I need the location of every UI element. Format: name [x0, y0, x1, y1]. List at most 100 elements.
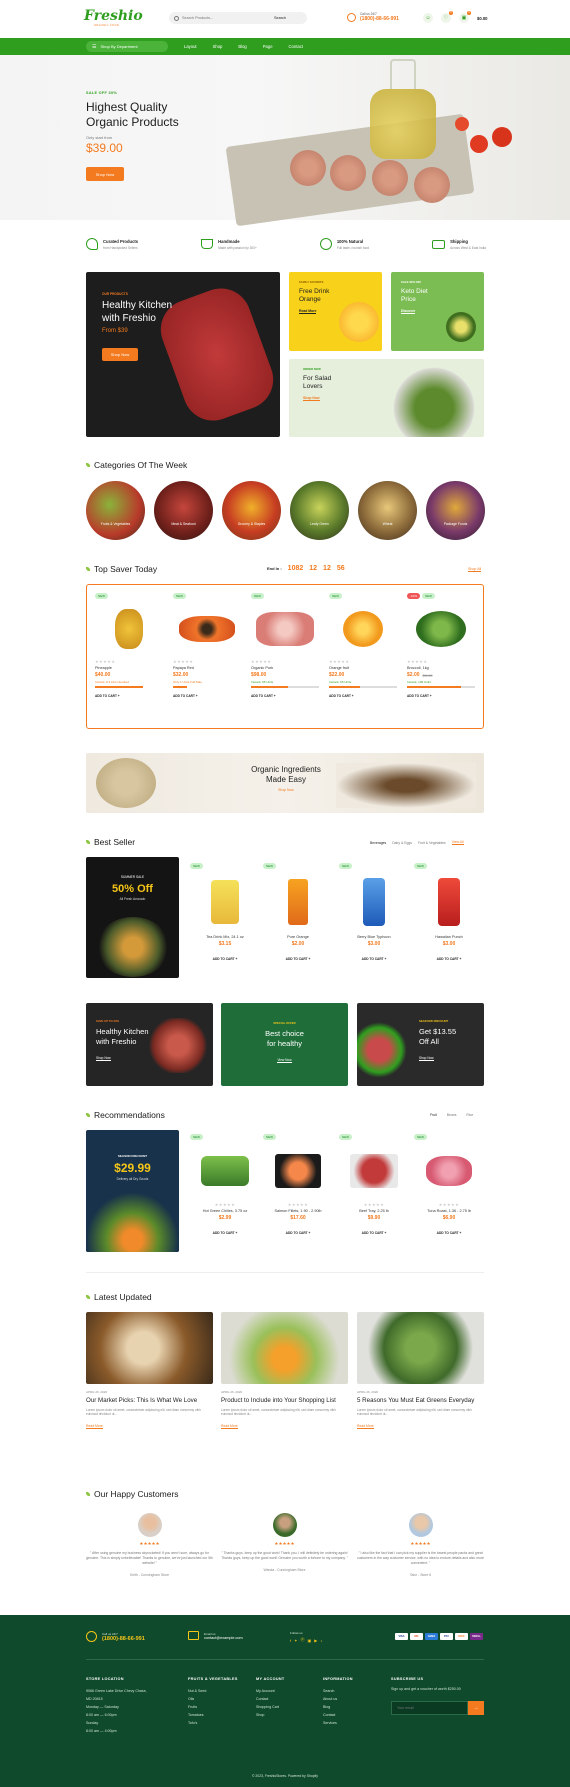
product-name[interactable]: Papaya Red [173, 666, 241, 670]
product-name[interactable]: Organic Pork [251, 666, 319, 670]
product-name[interactable]: Broccoli, 1kg [407, 666, 475, 670]
hero-shop-button[interactable]: Shop Now [86, 167, 124, 181]
product-name[interactable]: Pineapple [95, 666, 163, 670]
add-to-cart-button[interactable]: ADD TO CART + [190, 1231, 260, 1235]
banner-best-choice[interactable]: SPECIAL OFFER Best choice for healthy Vi… [221, 1003, 348, 1086]
footer-phone[interactable]: Call us 24/7 (1800)-88-66-991 [86, 1631, 145, 1642]
add-to-cart-button[interactable]: ADD TO CART + [190, 957, 260, 961]
cart-icon[interactable]: ▣ 0 [459, 11, 471, 23]
blog-title[interactable]: Our Market Picks: This Is What We Love [86, 1397, 213, 1405]
rec-product-2[interactable]: NEW ★★★★★ Salmon Fillets, 1.90 - 2.90lb … [263, 1134, 333, 1235]
footer-link[interactable]: My Account [256, 1687, 316, 1695]
recommendations-promo[interactable]: SEASON DISCOUNT $29.99 Delivery all Dry … [86, 1130, 179, 1252]
product-name[interactable]: Hot Green Chilies, 3.75 oz [190, 1209, 260, 1213]
tab-beverages[interactable]: Beverages [370, 841, 386, 845]
category-fruits[interactable]: Fruits & Vegetables [86, 481, 145, 540]
nav-layout[interactable]: Layout [184, 44, 197, 49]
newsletter-submit-button[interactable]: → [468, 1700, 484, 1715]
footer-link[interactable]: Nut & Seed [188, 1687, 248, 1695]
product-name[interactable]: Tea Drink Mix, 24.1 oz [190, 935, 260, 939]
nav-blog[interactable]: Blog [238, 44, 246, 49]
promo-discover[interactable]: Discover [401, 309, 416, 314]
tab-fruit[interactable]: Fruit & Vegetables [418, 841, 446, 845]
category-wheat[interactable]: Wheat [358, 481, 417, 540]
add-to-cart-button[interactable]: ADD TO CART + [263, 1231, 333, 1235]
tab-fruit[interactable]: Fruit [430, 1113, 437, 1117]
promo-healthy-kitchen[interactable]: OUR PRODUCTS Healthy Kitchen with Freshi… [86, 272, 280, 437]
rec-product-3[interactable]: NEW ★★★★★ Beef Tray, 2.25 lb $9.90 ADD T… [339, 1134, 409, 1235]
best-product-2[interactable]: NEW Pure Orange $2.00 ADD TO CART + [263, 863, 333, 961]
wishlist-icon[interactable]: ♡ 0 [441, 11, 453, 23]
banner-link[interactable]: Shop Now [226, 788, 346, 792]
blog-post-3[interactable]: APRIL 26, 2020 5 Reasons You Must Eat Gr… [357, 1312, 484, 1429]
add-to-cart-button[interactable]: ADD TO CART + [329, 694, 397, 698]
blog-read-more[interactable]: Read More [86, 1424, 103, 1429]
best-seller-promo[interactable]: SUMMER SALE 50% Off All Fresh Avocado [86, 857, 179, 978]
search-button[interactable]: Search [274, 16, 286, 20]
rec-product-1[interactable]: NEW ★★★★★ Hot Green Chilies, 3.75 oz $2.… [190, 1134, 260, 1235]
banner-button[interactable]: Shop Now [419, 1056, 434, 1061]
youtube-icon[interactable]: ▶ [314, 1638, 317, 1643]
blog-read-more[interactable]: Read More [357, 1424, 374, 1429]
add-to-cart-button[interactable]: ADD TO CART + [407, 694, 475, 698]
footer-link[interactable]: Shop [256, 1711, 316, 1719]
footer-link[interactable]: Tomatoes [188, 1711, 248, 1719]
footer-link[interactable]: Shopping Cart [256, 1703, 316, 1711]
nav-contact[interactable]: Contact [289, 44, 303, 49]
banner-healthy-kitchen[interactable]: SAVE UP TO 20% Healthy Kitchen with Fres… [86, 1003, 213, 1086]
facebook-icon[interactable]: f [290, 1638, 291, 1643]
add-to-cart-button[interactable]: ADD TO CART + [339, 957, 409, 961]
blog-post-1[interactable]: APRIL 26, 2020 Our Market Picks: This Is… [86, 1312, 213, 1429]
category-grocery[interactable]: Grocery & Staples [222, 481, 281, 540]
product-card-pork[interactable]: NEW ★★★★★ Organic Pork $98.00 Instock, 9… [251, 593, 319, 698]
blog-read-more[interactable]: Read More [221, 1424, 238, 1429]
category-meat[interactable]: Meat & Seafood [154, 481, 213, 540]
pinterest-icon[interactable]: Ⓟ [300, 1637, 304, 1643]
logo[interactable]: Freshio ORGANIC FOOD [84, 8, 143, 27]
add-to-cart-button[interactable]: ADD TO CART + [251, 694, 319, 698]
product-name[interactable]: Salmon Fillets, 1.90 - 2.90lb [263, 1209, 333, 1213]
category-package[interactable]: Package Foods [426, 481, 485, 540]
product-card-pineapple[interactable]: NEW ★★★★★ Pineapple $40.00 Instock, 8.3 … [95, 593, 163, 698]
footer-link[interactable]: Tofu's [188, 1719, 248, 1727]
footer-link[interactable]: Oils [188, 1695, 248, 1703]
promo-orange[interactable]: FAMILY FAVORITE Free Drink Orange Read M… [289, 272, 382, 351]
blog-title[interactable]: 5 Reasons You Must Eat Greens Everyday [357, 1397, 484, 1405]
best-product-3[interactable]: NEW Berry Blue Typhoon $3.00 ADD TO CART… [339, 863, 409, 961]
promo-read-more[interactable]: Read More [299, 309, 317, 314]
footer-email[interactable]: Email us contact@example.com [188, 1631, 243, 1640]
banner-button[interactable]: View Now [277, 1058, 292, 1063]
newsletter-email-input[interactable] [391, 1700, 468, 1715]
add-to-cart-button[interactable]: ADD TO CART + [339, 1231, 409, 1235]
banner-button[interactable]: Shop Now [96, 1056, 111, 1061]
category-leafy[interactable]: Leafy Green [290, 481, 349, 540]
rec-product-4[interactable]: NEW ★★★★★ Tuna Roast, 1.36 - 2.75 lb $6.… [414, 1134, 484, 1235]
add-to-cart-button[interactable]: ADD TO CART + [414, 957, 484, 961]
footer-link[interactable]: Contact [256, 1695, 316, 1703]
product-name[interactable]: Beef Tray, 2.25 lb [339, 1209, 409, 1213]
banner-seafood[interactable]: SEAFOOD DISCOUNT Get $13.55 Off All Shop… [357, 1003, 484, 1086]
top-saver-view-all[interactable]: Shop All [468, 567, 482, 572]
tiktok-icon[interactable]: ♪ [320, 1638, 322, 1643]
footer-link[interactable]: Contact [323, 1711, 383, 1719]
add-to-cart-button[interactable]: ADD TO CART + [414, 1231, 484, 1235]
add-to-cart-button[interactable]: ADD TO CART + [95, 694, 163, 698]
footer-link[interactable]: About us [323, 1695, 383, 1703]
blog-post-2[interactable]: APRIL 26, 2020 Product to Include into Y… [221, 1312, 348, 1429]
footer-link[interactable]: Blog [323, 1703, 383, 1711]
promo-salad[interactable]: ORDER NOW For Salad Lovers Shop Now [289, 359, 484, 437]
tab-beans[interactable]: Beans [447, 1113, 457, 1117]
promo-shop-now[interactable]: Shop Now [303, 396, 320, 401]
product-card-orange[interactable]: NEW ★★★★★ Orange fruit $22.00 Instock, 6… [329, 593, 397, 698]
organic-banner[interactable]: Organic Ingredients Made Easy Shop Now [86, 753, 484, 813]
product-name[interactable]: Hawaiian Punch [414, 935, 484, 939]
best-product-1[interactable]: NEW Tea Drink Mix, 24.1 oz $3.15 ADD TO … [190, 863, 260, 961]
department-button[interactable]: ☰ Shop By Department [86, 41, 168, 52]
product-card-papaya[interactable]: NEW ★★★★★ Papaya Red $32.00 Only 1 Units… [173, 593, 241, 698]
add-to-cart-button[interactable]: ADD TO CART + [263, 957, 333, 961]
footer-link[interactable]: Services [323, 1719, 383, 1727]
product-name[interactable]: Berry Blue Typhoon [339, 935, 409, 939]
blog-title[interactable]: Product to Include into Your Shopping Li… [221, 1397, 348, 1405]
nav-shop[interactable]: Shop [213, 44, 223, 49]
nav-page[interactable]: Page [263, 44, 273, 49]
